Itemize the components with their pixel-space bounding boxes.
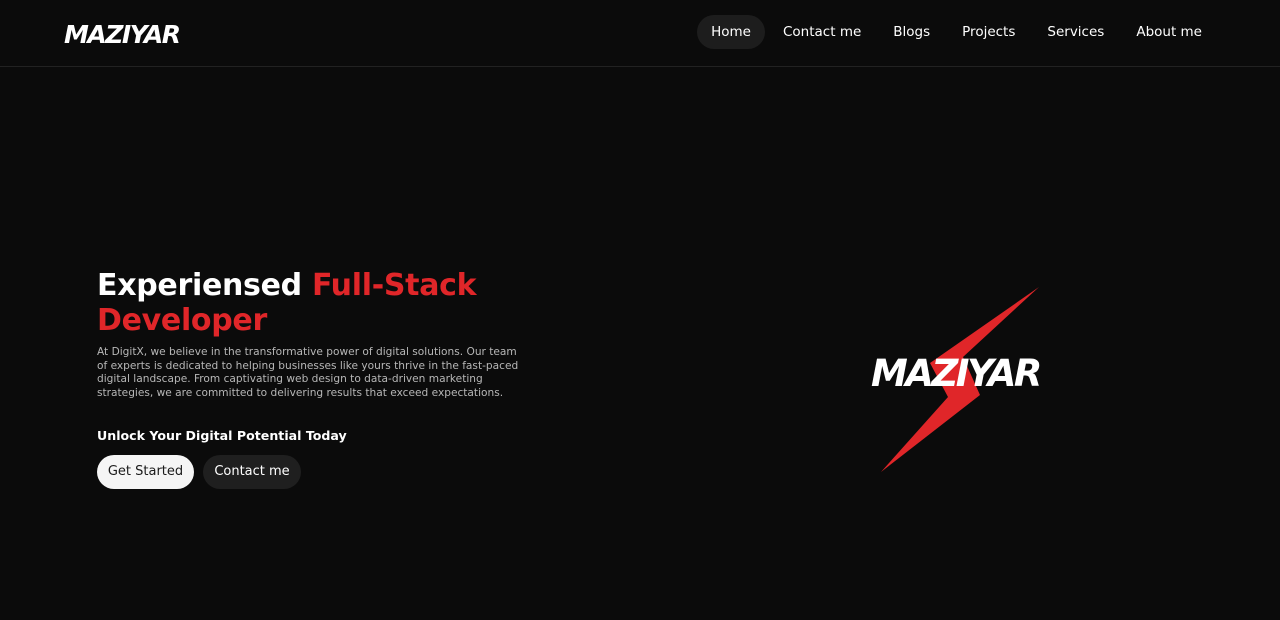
get-started-button[interactable]: Get Started — [97, 455, 194, 489]
brand-logo[interactable]: MAZIYAR — [64, 18, 184, 46]
hero-logo-text: MAZIYAR — [871, 352, 1040, 395]
nav-item-contact[interactable]: Contact me — [769, 15, 875, 49]
nav-item-home[interactable]: Home — [697, 15, 765, 49]
contact-me-button[interactable]: Contact me — [203, 455, 301, 489]
hero-title-accent-2: Developer — [97, 303, 267, 338]
hero-title: Experiensed Full-Stack Developer — [97, 268, 557, 338]
site-header: MAZIYAR Home Contact me Blogs Projects S… — [0, 0, 1280, 67]
lightning-bolt-logo-icon: MAZIYAR — [871, 287, 1042, 472]
hero-subheading: Unlock Your Digital Potential Today — [97, 428, 347, 443]
nav-item-blogs[interactable]: Blogs — [879, 15, 944, 49]
nav-item-about[interactable]: About me — [1122, 15, 1216, 49]
hero-description: At DigitX, we believe in the transformat… — [97, 346, 519, 399]
nav-item-services[interactable]: Services — [1033, 15, 1118, 49]
brand-logo-text: MAZIYAR — [64, 20, 180, 46]
hero-title-plain: Experiensed — [97, 268, 312, 303]
main-nav: Home Contact me Blogs Projects Services … — [697, 15, 1216, 49]
nav-item-projects[interactable]: Projects — [948, 15, 1029, 49]
hero-title-accent-1: Full-Stack — [311, 268, 477, 303]
